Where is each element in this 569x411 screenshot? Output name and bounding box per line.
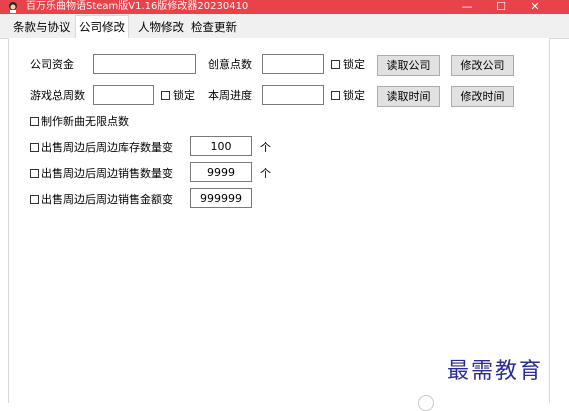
creativity-lock-checkbox[interactable] (331, 60, 340, 69)
funds-input[interactable] (93, 54, 196, 74)
creativity-input[interactable] (262, 54, 324, 74)
read-company-button[interactable]: 读取公司 (377, 55, 440, 76)
read-time-button[interactable]: 读取时间 (377, 86, 440, 107)
week-progress-label: 本周进度 (208, 89, 252, 102)
creativity-lock-label: 锁定 (343, 58, 365, 71)
amount-change-input[interactable] (190, 188, 252, 208)
total-weeks-lock-label: 锁定 (173, 89, 195, 102)
tab-character[interactable]: 人物修改 (137, 18, 185, 37)
tab-check-update[interactable]: 检查更新 (190, 18, 238, 37)
week-progress-input[interactable] (262, 85, 324, 105)
funds-label: 公司资金 (30, 58, 74, 71)
stock-change-input[interactable] (190, 136, 252, 156)
sales-unit: 个 (260, 167, 271, 180)
stock-change-label: 出售周边后周边库存数量变 (41, 141, 173, 154)
modify-company-button[interactable]: 修改公司 (451, 55, 514, 76)
tab-terms[interactable]: 条款与协议 (12, 18, 72, 37)
app-icon (9, 2, 17, 13)
stock-unit: 个 (260, 141, 271, 154)
amount-change-checkbox[interactable] (30, 195, 39, 204)
week-progress-lock-checkbox[interactable] (331, 91, 340, 100)
sales-change-checkbox[interactable] (30, 169, 39, 178)
sales-change-input[interactable] (190, 162, 252, 182)
minimize-button[interactable]: — (452, 0, 482, 14)
stock-change-checkbox[interactable] (30, 143, 39, 152)
company-panel: 公司资金 创意点数 锁定 读取公司 修改公司 游戏总周数 锁定 本周进度 锁定 … (8, 38, 550, 403)
tab-strip: 条款与协议 公司修改 人物修改 检查更新 (0, 14, 569, 39)
total-weeks-label: 游戏总周数 (30, 89, 85, 102)
total-weeks-lock-checkbox[interactable] (161, 91, 170, 100)
title-bar: 百万乐曲物语Steam版V1.16版修改器20230410 — ☐ ✕ (0, 0, 569, 14)
maximize-button[interactable]: ☐ (486, 0, 516, 14)
close-button[interactable]: ✕ (520, 0, 550, 14)
unlimited-points-checkbox[interactable] (30, 117, 39, 126)
week-progress-lock-label: 锁定 (343, 89, 365, 102)
sales-change-label: 出售周边后周边销售数量变 (41, 167, 173, 180)
total-weeks-input[interactable] (93, 85, 154, 105)
amount-change-label: 出售周边后周边销售金额变 (41, 193, 173, 206)
modify-time-button[interactable]: 修改时间 (451, 86, 514, 107)
unlimited-points-label: 制作新曲无限点数 (41, 115, 129, 128)
tab-company[interactable]: 公司修改 (75, 15, 129, 39)
creativity-label: 创意点数 (208, 58, 252, 71)
watermark-circle (418, 395, 434, 411)
watermark-text: 最需教育 (447, 359, 544, 384)
window-title: 百万乐曲物语Steam版V1.16版修改器20230410 (26, 1, 249, 12)
